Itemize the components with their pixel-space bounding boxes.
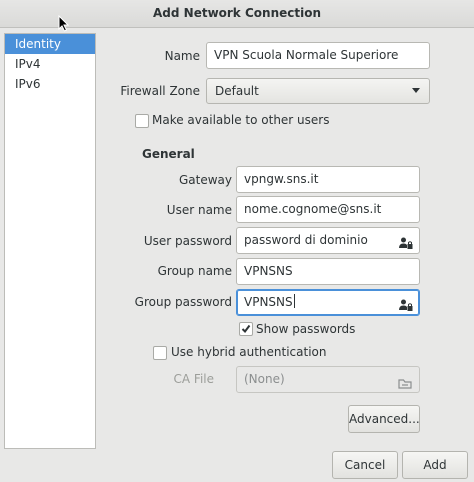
- firewall-zone-select[interactable]: Default: [206, 78, 430, 104]
- firewall-zone-value: Default: [215, 84, 259, 98]
- user-password-field[interactable]: password di dominio: [236, 227, 420, 254]
- hybrid-authentication-label: Use hybrid authentication: [171, 345, 327, 359]
- add-button[interactable]: Add: [402, 451, 468, 479]
- hybrid-authentication-checkbox[interactable]: [153, 346, 167, 360]
- show-passwords-label: Show passwords: [256, 322, 356, 336]
- show-passwords-checkbox[interactable]: [239, 322, 253, 336]
- make-available-checkbox[interactable]: [135, 114, 149, 128]
- gateway-label: Gateway: [178, 173, 232, 187]
- group-password-label: Group password: [134, 295, 232, 309]
- dropdown-arrow-icon: [412, 88, 420, 93]
- user-name-label: User name: [166, 203, 232, 217]
- make-available-label: Make available to other users: [152, 113, 330, 127]
- user-lock-icon[interactable]: [399, 234, 413, 253]
- checkmark-icon: [241, 324, 251, 334]
- window-title: Add Network Connection: [153, 6, 321, 20]
- gateway-field[interactable]: vpngw.sns.it: [236, 166, 420, 193]
- name-field[interactable]: VPN Scuola Normale Superiore: [206, 42, 430, 69]
- group-password-value: VPNSNS: [244, 295, 293, 309]
- sidebar: Identity IPv4 IPv6: [4, 33, 96, 449]
- user-password-value: password di dominio: [244, 233, 368, 247]
- mouse-pointer-icon: [58, 14, 70, 35]
- user-name-field[interactable]: nome.cognome@sns.it: [236, 196, 420, 223]
- text-cursor: [293, 294, 295, 308]
- document-open-icon[interactable]: [398, 373, 412, 392]
- firewall-zone-label: Firewall Zone: [120, 84, 200, 98]
- title-bar: Add Network Connection: [0, 0, 474, 28]
- sidebar-item-ipv4[interactable]: IPv4: [5, 54, 95, 74]
- group-name-field[interactable]: VPNSNS: [236, 258, 420, 285]
- ca-file-label: CA File: [173, 372, 214, 386]
- dialog-action-area: Cancel Add: [0, 449, 474, 482]
- ca-file-value: (None): [244, 372, 285, 386]
- advanced-button[interactable]: Advanced...: [348, 405, 420, 433]
- sidebar-item-identity[interactable]: Identity: [5, 34, 95, 54]
- group-password-field[interactable]: VPNSNS: [236, 289, 420, 316]
- sidebar-item-ipv6[interactable]: IPv6: [5, 74, 95, 94]
- name-label: Name: [164, 49, 200, 63]
- user-lock-icon[interactable]: [399, 296, 413, 315]
- user-password-label: User password: [143, 234, 232, 248]
- general-heading: General: [142, 147, 195, 161]
- cancel-button[interactable]: Cancel: [332, 451, 398, 479]
- group-name-label: Group name: [157, 264, 232, 278]
- ca-file-chooser[interactable]: (None): [236, 366, 420, 393]
